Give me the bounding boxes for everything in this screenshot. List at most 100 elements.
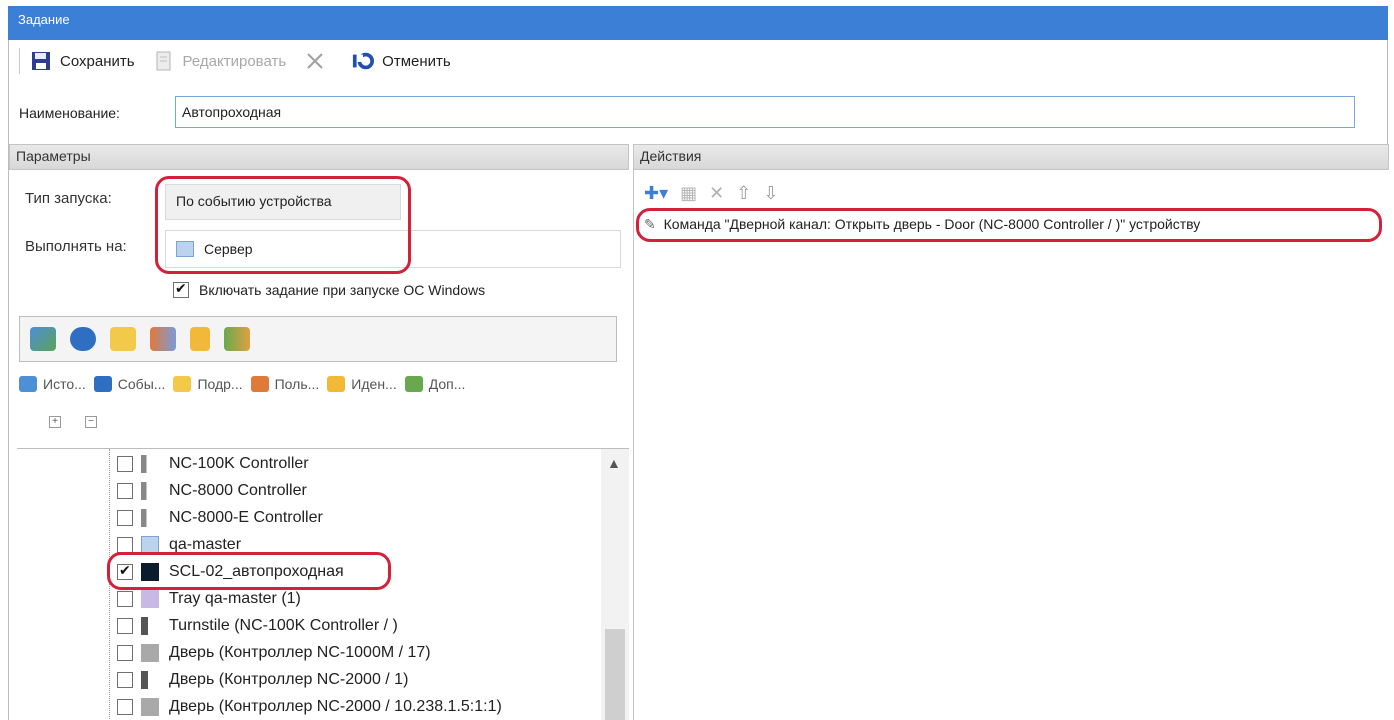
name-label: Наименование: <box>19 105 120 121</box>
tree-item[interactable]: NC-100K Controller <box>117 451 309 477</box>
tree-item-label: Дверь (Контроллер NC-2000 / 1) <box>169 671 409 688</box>
users-tab-icon <box>250 376 269 392</box>
startup-checkbox[interactable] <box>173 280 189 298</box>
actions-header: Действия <box>633 144 1389 170</box>
delete-button[interactable] <box>304 50 334 72</box>
name-row: Наименование: <box>19 98 132 128</box>
startup-checkbox-label: Включать задание при запуске ОС Windows <box>199 282 486 298</box>
window-title: Задание <box>18 12 70 27</box>
tab-subdivisions[interactable]: Подр... <box>173 376 243 392</box>
tree-item-label: NC-8000-E Controller <box>169 509 323 526</box>
tree-item[interactable]: qa-master <box>117 532 241 558</box>
source-icon-bar <box>19 316 617 362</box>
tab-users[interactable]: Поль... <box>250 376 320 392</box>
tree-item-label: Дверь (Контроллер NC-2000 / 10.238.1.5:1… <box>169 698 502 715</box>
action-item[interactable]: ✎ Команда "Дверной канал: Открыть дверь … <box>644 216 1200 233</box>
tab-identifiers[interactable]: Иден... <box>327 376 397 392</box>
tab-extra[interactable]: Доп... <box>404 376 466 392</box>
launch-type-select[interactable]: По событию устройства <box>165 184 401 220</box>
expand-all-icon[interactable]: + <box>49 416 61 428</box>
launch-type-value: По событию устройства <box>176 193 332 209</box>
door-icon <box>141 644 159 662</box>
save-button-label: Сохранить <box>60 52 135 70</box>
source-tree: NC-100K Controller NC-8000 Controller NC… <box>17 448 629 720</box>
tree-item-checkbox[interactable] <box>117 645 133 661</box>
pencil-icon: ✎ <box>644 216 656 232</box>
edit-document-icon[interactable]: ▦ <box>680 183 697 204</box>
run-on-select[interactable]: Сервер <box>165 230 621 268</box>
scrollbar-thumb[interactable] <box>605 629 625 720</box>
tree-item[interactable]: Дверь (Контроллер NC-2000 / 1) <box>117 667 408 693</box>
tree-item[interactable]: Дверь (Контроллер NC-2000 / 10.238.1.5:1… <box>117 694 502 720</box>
device-icon <box>141 563 159 581</box>
events-tab-icon <box>93 376 112 392</box>
tree-item-checkbox[interactable] <box>117 699 133 715</box>
tree-item[interactable]: SCL-02_автопроходная <box>117 559 344 585</box>
controller-icon <box>141 455 159 473</box>
run-on-label: Выполнять на: <box>25 238 127 255</box>
server-icon <box>176 241 194 257</box>
tree-item-checkbox[interactable] <box>117 510 133 526</box>
tab-label: Иден... <box>351 376 397 392</box>
arrow-down-icon[interactable]: ⇩ <box>763 183 778 204</box>
params-header: Параметры <box>9 144 629 170</box>
tree-item-checkbox[interactable] <box>117 672 133 688</box>
scroll-up-icon[interactable]: ▲ <box>607 455 621 471</box>
turnstile-icon <box>141 671 159 689</box>
arrow-up-icon[interactable]: ⇧ <box>736 183 751 204</box>
extra-icon[interactable] <box>224 327 250 351</box>
tree-item-checkbox[interactable] <box>117 591 133 607</box>
turnstile-icon <box>141 617 159 635</box>
run-on-value: Сервер <box>204 241 253 257</box>
save-button[interactable]: Сохранить <box>30 50 135 72</box>
toolbar-separator <box>19 48 20 74</box>
tree-item-label: NC-100K Controller <box>169 455 309 472</box>
add-icon[interactable]: ✚▾ <box>644 183 668 204</box>
users-icon[interactable] <box>150 327 176 351</box>
close-x-icon[interactable]: ✕ <box>709 183 724 204</box>
tree-item[interactable]: Turnstile (NC-100K Controller / ) <box>117 613 398 639</box>
tree-item-checkbox[interactable] <box>117 618 133 634</box>
edit-button-label: Редактировать <box>182 52 287 70</box>
tab-label: Поль... <box>274 376 320 392</box>
tree-item-label: NC-8000 Controller <box>169 482 307 499</box>
tree-item-checkbox[interactable] <box>117 456 133 472</box>
tree-item-checkbox[interactable] <box>117 562 133 580</box>
tree-item-label: Turnstile (NC-100K Controller / ) <box>169 617 398 634</box>
startup-checkbox-row[interactable]: Включать задание при запуске ОС Windows <box>173 280 486 298</box>
tree-item-checkbox[interactable] <box>117 483 133 499</box>
tree-item[interactable]: NC-8000 Controller <box>117 478 307 504</box>
name-input[interactable] <box>175 96 1355 128</box>
tab-events[interactable]: Собы... <box>93 376 166 392</box>
tree-item-label: qa-master <box>169 536 242 553</box>
tab-label: Доп... <box>428 376 466 392</box>
tray-icon <box>141 590 159 608</box>
tab-label: Подр... <box>197 376 243 392</box>
events-icon[interactable] <box>70 327 96 351</box>
tree-scrollbar[interactable]: ▲ <box>601 449 629 720</box>
tab-label: Исто... <box>43 376 86 392</box>
main-toolbar: Сохранить Редактировать Отменить <box>9 40 1387 82</box>
folder-icon[interactable] <box>110 327 136 351</box>
folder-tab-icon <box>173 376 192 392</box>
sources-tab-icon <box>19 376 37 392</box>
tab-sources[interactable]: Исто... <box>19 376 86 392</box>
tab-label: Собы... <box>117 376 166 392</box>
controller-icon <box>141 509 159 527</box>
cancel-button-label: Отменить <box>382 52 451 70</box>
tree-item-checkbox[interactable] <box>117 537 133 553</box>
tree-guide-line <box>109 449 110 720</box>
sources-icon[interactable] <box>30 327 56 351</box>
floppy-disk-icon <box>30 50 52 72</box>
tree-item[interactable]: Tray qa-master (1) <box>117 586 301 612</box>
server-icon <box>141 536 159 554</box>
extra-tab-icon <box>404 376 423 392</box>
key-icon[interactable] <box>190 327 210 351</box>
edit-button[interactable]: Редактировать <box>153 50 287 72</box>
cancel-button[interactable]: Отменить <box>352 50 451 72</box>
collapse-all-icon[interactable]: − <box>85 416 97 428</box>
close-x-icon <box>304 50 326 72</box>
tree-item[interactable]: Дверь (Контроллер NC-1000M / 17) <box>117 640 431 666</box>
tree-item[interactable]: NC-8000-E Controller <box>117 505 323 531</box>
controller-icon <box>141 482 159 500</box>
